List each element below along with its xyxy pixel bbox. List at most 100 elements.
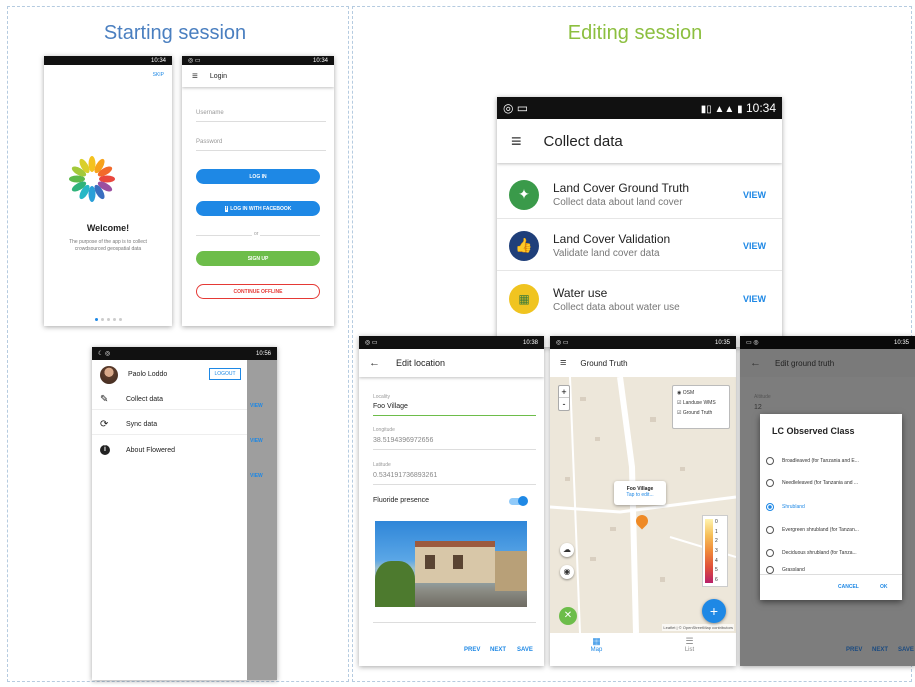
drawer-screen: ☾ ◎ 10:56 VIEW VIEW VIEW Paolo Loddo LOGO… xyxy=(92,347,277,680)
layer-landuse[interactable]: ☑ Landuse WMS xyxy=(677,400,725,406)
prev-button[interactable]: PREV xyxy=(464,647,480,653)
facebook-login-button[interactable]: f LOG IN WITH FACEBOOK xyxy=(196,201,320,216)
option-deciduous-shrubland[interactable]: Deciduous shrubland (for Tanza... xyxy=(766,546,902,560)
view-button[interactable]: VIEW xyxy=(743,294,766,304)
locality-label: Locality xyxy=(373,394,390,400)
edit-ground-truth-screen: ▭ ◎ 10:35 ← Edit ground truth Altitude 12… xyxy=(740,336,915,666)
map-view[interactable]: + - ◉ OSM ☑ Landuse WMS ☑ Ground Truth F… xyxy=(550,377,736,633)
longitude-label: Longitude xyxy=(373,427,395,433)
drawer-item-collect[interactable]: ✎ Collect data xyxy=(92,390,247,410)
option-grassland[interactable]: Grassland xyxy=(766,566,902,574)
prev-button[interactable]: PREV xyxy=(846,647,862,653)
form-divider xyxy=(373,622,536,623)
logout-button[interactable]: LOGOUT xyxy=(209,368,241,380)
drawer-item-label: Collect data xyxy=(126,396,163,403)
view-button[interactable]: VIEW xyxy=(743,190,766,200)
signup-button[interactable]: SIGN UP xyxy=(196,251,320,266)
page-title: Collect data xyxy=(543,132,623,150)
legend-value: 2 xyxy=(715,538,718,545)
tab-list[interactable]: ☰ List xyxy=(643,636,736,653)
status-bar: ◎ ▭ ▮▯ ▲▲ ▮ 10:34 xyxy=(497,97,782,119)
list-item-land-cover-validation[interactable]: 👍 Land Cover Validation Validate land co… xyxy=(497,221,782,271)
view-button[interactable]: VIEW xyxy=(743,241,766,251)
option-label: Broadleaved (for Tanzania and E... xyxy=(782,458,859,464)
legend-value: 1 xyxy=(715,528,718,535)
longitude-input[interactable]: 38.5194396972656 xyxy=(373,437,536,450)
editing-session-title: Editing session xyxy=(567,22,703,44)
drawer-item-sync[interactable]: ⟳ Sync data xyxy=(92,415,247,435)
zoom-out-button[interactable]: - xyxy=(559,398,569,410)
locality-input[interactable]: Foo Village xyxy=(373,403,536,416)
layer-label: Landuse WMS xyxy=(682,400,716,406)
option-shrubland[interactable]: Shrubland xyxy=(766,500,902,514)
username-field[interactable]: Username xyxy=(196,110,326,122)
skip-button[interactable]: SKIP xyxy=(153,72,164,78)
collect-data-screen: ◎ ▭ ▮▯ ▲▲ ▮ 10:34 ≡ Collect data ✦ Land C… xyxy=(497,97,782,347)
status-time: 10:35 xyxy=(714,339,730,346)
item-title: Land Cover Validation xyxy=(553,232,671,246)
back-arrow-icon[interactable]: ← xyxy=(750,357,761,369)
status-time: 10:34 xyxy=(312,57,328,64)
menu-icon[interactable]: ≡ xyxy=(511,131,522,152)
layer-switcher[interactable]: ◉ OSM ☑ Landuse WMS ☑ Ground Truth xyxy=(672,385,730,429)
legend-value: 4 xyxy=(715,557,718,564)
back-arrow-icon[interactable]: ← xyxy=(369,357,380,369)
drawer-item-about[interactable]: i About Flowered xyxy=(92,440,247,460)
tab-label: Map xyxy=(590,647,603,653)
save-button[interactable]: SAVE xyxy=(898,647,914,653)
page-title: Edit ground truth xyxy=(775,358,835,368)
flower-logo-icon xyxy=(69,156,115,202)
latitude-input[interactable]: 0.534191736893261 xyxy=(373,472,536,485)
save-button[interactable]: SAVE xyxy=(517,647,533,653)
option-evergreen-shrubland[interactable]: Evergreen shrubland (for Tanzan... xyxy=(766,523,902,537)
fluoride-toggle[interactable] xyxy=(509,496,528,506)
background-view-1: VIEW xyxy=(250,403,263,409)
tab-label: List xyxy=(684,647,695,653)
marker-popup[interactable]: Foo Village Tap to edit... xyxy=(614,481,666,505)
legend-value: 6 xyxy=(715,576,718,583)
background-view-3: VIEW xyxy=(250,473,263,479)
option-broadleaved[interactable]: Broadleaved (for Tanzania and E... xyxy=(766,454,902,468)
menu-icon[interactable]: ≡ xyxy=(560,357,566,369)
zoom-in-button[interactable]: + xyxy=(559,386,569,398)
tab-map[interactable]: ▦ Map xyxy=(550,636,643,653)
page-title: Login xyxy=(209,72,227,80)
navigation-drawer: Paolo Loddo LOGOUT ✎ Collect data ⟳ Sync… xyxy=(92,360,247,680)
ok-button[interactable]: OK xyxy=(880,584,888,590)
cancel-button[interactable]: CANCEL xyxy=(838,584,859,590)
continue-offline-button[interactable]: CONTINUE OFFLINE xyxy=(196,284,320,299)
option-label: Grassland xyxy=(782,567,805,573)
menu-icon[interactable]: ≡ xyxy=(192,71,198,82)
welcome-description: The purpose of the app is to collect cro… xyxy=(69,239,147,252)
login-button[interactable]: LOG IN xyxy=(196,169,320,184)
list-item-water-use[interactable]: ▦ Water use Collect data about water use… xyxy=(497,273,782,325)
item-desc: Validate land cover data xyxy=(553,248,660,259)
close-fab-icon[interactable]: ✕ xyxy=(559,607,577,625)
facebook-label: LOG IN WITH FACEBOOK xyxy=(230,205,292,212)
layer-ground-truth[interactable]: ☑ Ground Truth xyxy=(677,410,725,416)
layer-osm[interactable]: ◉ OSM xyxy=(677,390,725,396)
next-button[interactable]: NEXT xyxy=(490,647,506,653)
location-photo xyxy=(375,521,527,607)
cloud-upload-icon[interactable]: ☁ xyxy=(560,543,574,557)
welcome-screen: 10:34 SKIP Welcome! The purpose of the a… xyxy=(44,56,172,326)
radio-icon xyxy=(766,479,774,487)
list-item-land-cover-ground-truth[interactable]: ✦ Land Cover Ground Truth Collect data a… xyxy=(497,171,782,219)
starting-session-title: Starting session xyxy=(103,22,247,44)
page-indicator[interactable] xyxy=(44,318,172,321)
pencil-icon: ✎ xyxy=(100,394,109,405)
item-desc: Collect data about land cover xyxy=(553,197,683,208)
attribution: Leaflet | © OpenStreetMap contributors xyxy=(662,624,734,631)
legend-value: 5 xyxy=(715,567,718,574)
radio-icon xyxy=(766,457,774,465)
next-button[interactable]: NEXT xyxy=(872,647,888,653)
info-icon: i xyxy=(100,445,110,455)
option-needleleaved[interactable]: Needleleaved (for Tanzania and ... xyxy=(766,476,902,490)
dialog-title: LC Observed Class xyxy=(772,426,855,436)
popup-link[interactable]: Tap to edit... xyxy=(614,492,666,498)
password-field[interactable]: Password xyxy=(196,139,326,151)
add-fab-button[interactable]: + xyxy=(702,599,726,623)
fab-label: + xyxy=(709,603,719,619)
locate-icon[interactable]: ◉ xyxy=(560,565,574,579)
radio-icon xyxy=(766,526,774,534)
